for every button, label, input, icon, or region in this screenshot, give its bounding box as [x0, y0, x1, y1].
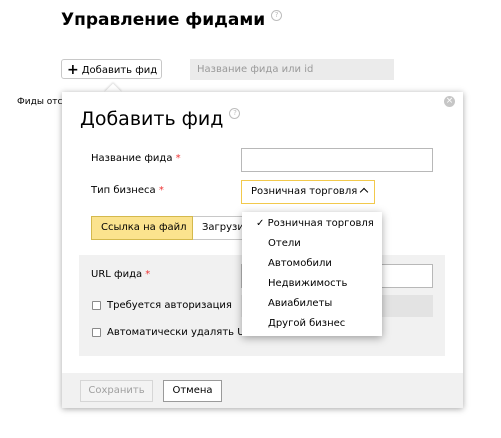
- cancel-button[interactable]: Отмена: [163, 380, 222, 402]
- url-label: URL фида *: [91, 269, 150, 280]
- required-mark: *: [158, 185, 164, 196]
- close-icon[interactable]: ×: [444, 96, 455, 107]
- dropdown-option-flights[interactable]: Авиабилеты: [242, 294, 382, 314]
- save-button[interactable]: Сохранить: [80, 380, 153, 402]
- url-label-text: URL фида: [91, 269, 143, 280]
- feed-name-label-text: Название фида: [91, 153, 173, 164]
- business-type-dropdown: ✓ Розничная торговля Отели Автомобили Не…: [242, 212, 382, 336]
- tab-upload[interactable]: Загрузи: [193, 216, 246, 240]
- required-mark: *: [175, 153, 181, 164]
- add-feed-button-label: Добавить фид: [81, 65, 158, 76]
- tab-file-link[interactable]: Ссылка на файл: [91, 216, 193, 240]
- modal-title: Добавить фид ?: [80, 108, 241, 130]
- plus-icon: +: [67, 62, 79, 78]
- checkmark-icon: ✓: [256, 218, 265, 229]
- dropdown-option-realty[interactable]: Недвижимость: [242, 274, 382, 294]
- add-feed-button[interactable]: + Добавить фид: [61, 59, 162, 79]
- page-title-text: Управление фидами: [61, 10, 266, 30]
- dropdown-option-hotels[interactable]: Отели: [242, 234, 382, 254]
- required-mark: *: [145, 269, 151, 280]
- dropdown-option-label: Розничная торговля: [267, 218, 374, 229]
- autodelete-checkbox[interactable]: [92, 328, 101, 337]
- dropdown-option-auto[interactable]: Автомобили: [242, 254, 382, 274]
- feeds-empty-label: Фиды отс: [17, 97, 63, 107]
- business-type-value: Розничная торговля: [251, 186, 358, 197]
- business-type-label: Тип бизнеса *: [91, 185, 164, 196]
- feed-name-label: Название фида *: [91, 153, 181, 164]
- auth-checkbox[interactable]: [92, 301, 101, 310]
- dropdown-option-other[interactable]: Другой бизнес: [242, 314, 382, 334]
- chevron-up-icon: [359, 187, 369, 197]
- business-type-label-text: Тип бизнеса: [91, 185, 156, 196]
- feed-search-placeholder: Название фида или id: [197, 64, 314, 75]
- business-type-select[interactable]: Розничная торговля: [241, 180, 375, 204]
- page-title: Управление фидами ?: [61, 10, 283, 30]
- dropdown-option-retail[interactable]: ✓ Розничная торговля: [242, 214, 382, 234]
- modal-help-icon[interactable]: ?: [229, 108, 241, 119]
- modal-title-text: Добавить фид: [80, 108, 224, 130]
- help-icon[interactable]: ?: [271, 10, 283, 21]
- auth-label: Требуется авторизация: [107, 300, 232, 311]
- autodelete-label: Автоматически удалять UT: [107, 327, 251, 338]
- feed-search-input[interactable]: Название фида или id: [190, 59, 394, 80]
- feed-name-input[interactable]: [241, 148, 433, 172]
